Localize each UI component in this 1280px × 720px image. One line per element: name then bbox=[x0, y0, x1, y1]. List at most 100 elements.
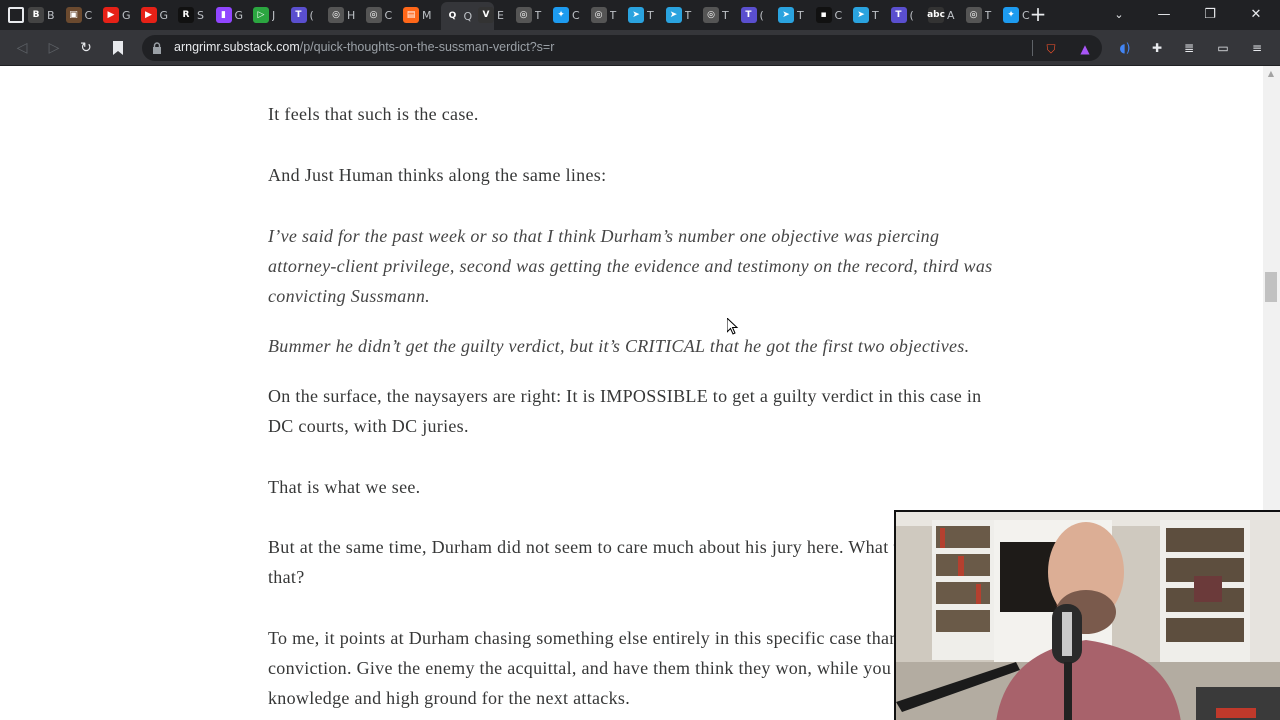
tab-favicon-icon: ➤ bbox=[665, 7, 682, 23]
minimize-button[interactable]: — bbox=[1146, 3, 1182, 27]
tab[interactable]: ➤ T bbox=[778, 5, 807, 25]
tab-favicon-icon: abc bbox=[927, 7, 945, 23]
bookmark-icon[interactable] bbox=[108, 38, 128, 58]
tab[interactable]: ✦ C bbox=[553, 5, 582, 25]
tab-label: G bbox=[122, 8, 131, 22]
tab[interactable]: ▷ J bbox=[253, 5, 282, 25]
close-window-button[interactable]: ✕ bbox=[1238, 3, 1274, 27]
tab-label: Q bbox=[463, 9, 473, 23]
tab-label: E bbox=[497, 8, 504, 22]
tab[interactable]: ▶ G bbox=[140, 5, 170, 25]
tab-label: C bbox=[84, 8, 93, 22]
tab-label: H bbox=[347, 8, 356, 22]
tab-favicon-icon: ▶ bbox=[103, 7, 119, 23]
tab-label: ( bbox=[759, 8, 764, 22]
paragraph: To me, it points at Durham chasing somet… bbox=[268, 628, 974, 708]
tab-label: A bbox=[947, 8, 955, 22]
tab-favicon-icon: ◎ bbox=[590, 7, 607, 23]
tab-favicon-icon: ▶ bbox=[140, 7, 157, 23]
tab[interactable]: ◎ H bbox=[328, 5, 357, 25]
paragraph: But at the same time, Durham did not see… bbox=[268, 537, 974, 587]
browser-toolbar: ◁ ▷ ↻ arngrimr.substack.com/p/quick-thou… bbox=[0, 30, 1280, 66]
tab[interactable]: T( bbox=[290, 5, 320, 25]
tab-favicon-icon: R bbox=[178, 7, 194, 23]
tab-favicon-icon: ▣ bbox=[65, 7, 82, 23]
tab-favicon-icon: ◎ bbox=[365, 7, 382, 23]
tab[interactable]: ◎ T bbox=[703, 5, 732, 25]
tab-favicon-icon: T bbox=[890, 7, 907, 23]
tab[interactable]: ◎ T bbox=[515, 5, 545, 25]
forward-button[interactable]: ▷ bbox=[44, 38, 64, 58]
tab[interactable]: ▤ M bbox=[403, 5, 432, 25]
restore-button[interactable]: ❐ bbox=[1192, 3, 1228, 27]
tab-favicon-icon: ▤ bbox=[403, 7, 419, 23]
tab[interactable]: ◎ T bbox=[590, 5, 620, 25]
tab-favicon-icon: ◎ bbox=[515, 7, 532, 23]
tab[interactable]: ▪ C bbox=[815, 5, 845, 25]
tab[interactable]: BB bbox=[28, 5, 57, 25]
tab-favicon-icon: T bbox=[740, 7, 757, 23]
tab[interactable]: ➤ T bbox=[853, 5, 882, 25]
brave-rewards-icon[interactable]: ▲ bbox=[1076, 40, 1094, 58]
tab[interactable]: ◎ T bbox=[965, 5, 995, 25]
tab[interactable]: ◎ C bbox=[365, 5, 395, 25]
tab[interactable]: T( bbox=[740, 5, 770, 25]
tab-favicon-icon: T bbox=[290, 7, 307, 23]
brave-shield-icon[interactable]: ⛉ bbox=[1042, 40, 1060, 58]
tab[interactable]: VE bbox=[478, 5, 507, 25]
tab-label: T bbox=[984, 8, 992, 22]
lock-icon bbox=[153, 42, 161, 54]
tab-favicon-icon: ➤ bbox=[778, 7, 794, 23]
new-tab-button[interactable]: + bbox=[1028, 4, 1048, 26]
mouse-cursor-icon bbox=[727, 318, 739, 335]
tab[interactable]: ➤ T bbox=[628, 5, 657, 25]
tab[interactable]: ▣ C bbox=[65, 5, 95, 25]
tab-strip: BB▣C▶G▶GRS▮G▷JT(◎H◎C▤MQQ✕VE◎T✦C◎T➤T➤T◎TT… bbox=[0, 0, 1280, 30]
scrollbar-thumb[interactable] bbox=[1265, 272, 1277, 302]
tab-label: C bbox=[834, 8, 843, 22]
tab-favicon-icon: V bbox=[478, 7, 494, 23]
tab-search-icon[interactable]: ⌄ bbox=[1110, 6, 1128, 24]
paragraph: That is what we see. bbox=[268, 477, 421, 497]
wallet-icon[interactable]: ▭ bbox=[1214, 39, 1232, 57]
quote-paragraph: I’ve said for the past week or so that I… bbox=[268, 226, 993, 306]
tab-label: C bbox=[384, 8, 393, 22]
tab-label: G bbox=[234, 8, 244, 22]
tab-label: T bbox=[609, 8, 617, 22]
tab-label: T bbox=[872, 8, 879, 22]
tab-favicon-icon: ➤ bbox=[853, 7, 869, 23]
webcam-feed-image bbox=[896, 512, 1280, 720]
extensions-puzzle-icon[interactable]: ✚ bbox=[1148, 39, 1166, 57]
tab-label: G bbox=[159, 8, 169, 22]
tab[interactable]: ➤ T bbox=[665, 5, 695, 25]
tab[interactable]: abc A bbox=[927, 5, 957, 25]
address-bar[interactable]: arngrimr.substack.com/p/quick-thoughts-o… bbox=[142, 35, 1102, 61]
tab-favicon-icon: ▮ bbox=[215, 7, 232, 23]
url-text: arngrimr.substack.com/p/quick-thoughts-o… bbox=[174, 40, 554, 54]
app-menu-icon[interactable] bbox=[8, 7, 24, 23]
tab-favicon-icon: ✦ bbox=[1003, 7, 1019, 23]
tab-label: C bbox=[572, 8, 580, 22]
tab-label: M bbox=[422, 8, 432, 22]
speech-extension-icon[interactable]: ◖) bbox=[1116, 39, 1134, 57]
tab-label: S bbox=[197, 8, 204, 22]
tab[interactable]: ▶ G bbox=[103, 5, 132, 25]
tab[interactable]: T( bbox=[890, 5, 920, 25]
tab-favicon-icon: ▪ bbox=[815, 7, 832, 23]
paragraph: It feels that such is the case. bbox=[268, 104, 479, 124]
tab-favicon-icon: B bbox=[28, 7, 44, 23]
reload-button[interactable]: ↻ bbox=[76, 38, 96, 58]
paragraph: On the surface, the naysayers are right:… bbox=[268, 386, 982, 436]
tab-favicon-icon: ▷ bbox=[253, 7, 269, 23]
scroll-up-arrow-icon[interactable]: ▲ bbox=[1266, 70, 1276, 78]
tab-favicon-icon: ✦ bbox=[553, 7, 569, 23]
back-button[interactable]: ◁ bbox=[12, 38, 32, 58]
browser-menu-icon[interactable]: ≡ bbox=[1248, 39, 1266, 57]
tab-favicon-icon: ◎ bbox=[703, 7, 719, 23]
paragraph: And Just Human thinks along the same lin… bbox=[268, 165, 607, 185]
tab-favicon-icon: ◎ bbox=[328, 7, 344, 23]
quote-paragraph: Bummer he didn’t get the guilty verdict,… bbox=[268, 336, 970, 356]
reading-list-icon[interactable]: ≣ bbox=[1180, 39, 1198, 57]
tab[interactable]: RS bbox=[178, 5, 207, 25]
tab[interactable]: ▮ G bbox=[215, 5, 245, 25]
